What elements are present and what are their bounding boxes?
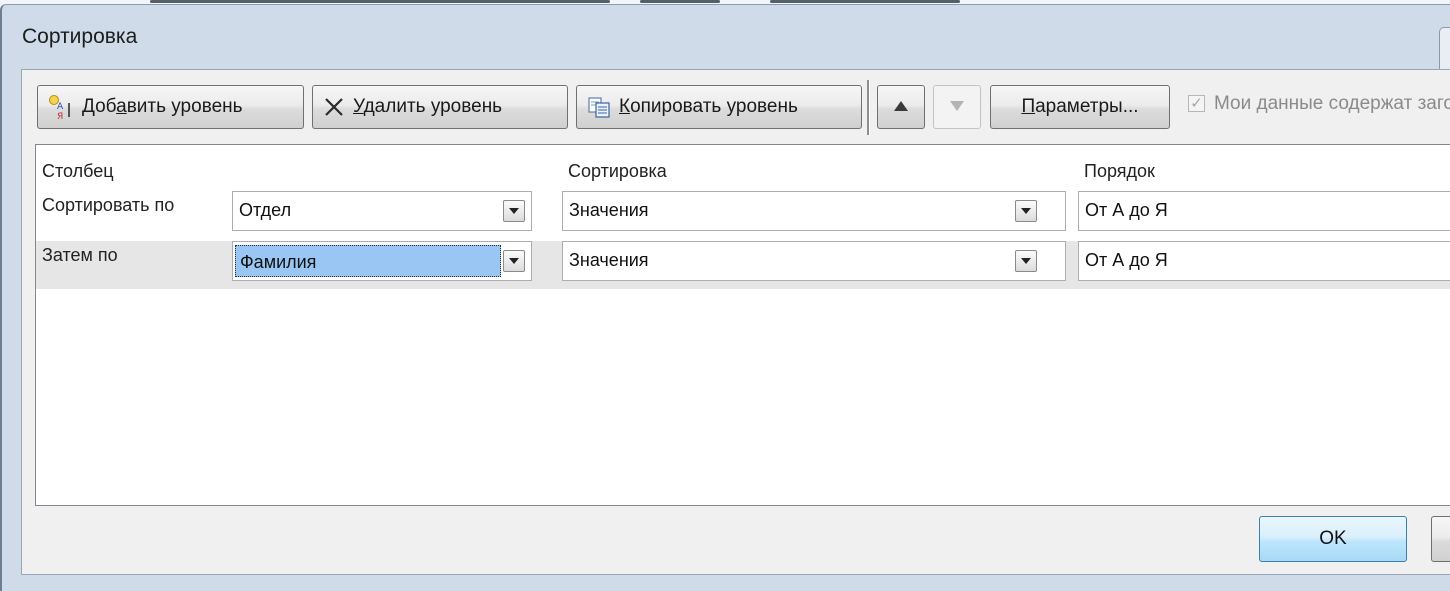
sort-level-row[interactable]: Сортировать по Отдел Значения От А до Я [36,191,1450,239]
copy-level-label: Копировать уровень [619,96,798,117]
row-label: Сортировать по [42,195,175,215]
row-label: Затем по [42,245,118,265]
toolbar-separator [867,80,870,135]
order-header: Порядок [1084,161,1155,181]
sort-add-icon: A Я [48,94,74,120]
background-text [150,0,610,3]
column-value: Отдел [239,200,292,220]
order-select[interactable]: От А до Я [1078,241,1450,281]
sort-on-select[interactable]: Значения [562,191,1066,231]
my-data-headers-checkbox[interactable]: ✓ [1188,95,1205,112]
sort-on-select[interactable]: Значения [562,241,1066,281]
sort-on-value: Значения [569,200,649,220]
background-text [640,0,720,3]
column-header: Столбец [42,161,114,181]
options-button[interactable]: Параметры... [990,85,1170,129]
sort-on-header: Сортировка [568,161,667,181]
svg-text:A: A [57,102,64,112]
my-data-headers-label: Мои данные содержат заголовки [1214,93,1450,114]
triangle-up-icon [893,96,909,118]
order-select[interactable]: От А до Я [1078,191,1450,231]
chevron-down-icon[interactable] [503,250,525,272]
background-text [770,0,960,3]
ok-button[interactable]: OK [1259,516,1407,562]
order-value: От А до Я [1085,200,1168,220]
sort-level-row-selected[interactable]: Затем по Фамилия Значения От А до Я [36,241,1450,289]
chevron-down-icon[interactable] [1015,200,1037,222]
window-title: Сортировка [22,25,138,48]
column-value: Фамилия [235,245,501,277]
sort-on-value: Значения [569,250,649,270]
chevron-down-icon[interactable] [1015,250,1037,272]
close-x-icon [323,96,345,118]
copy-icon [587,95,611,119]
svg-text:Я: Я [57,112,63,120]
order-value: От А до Я [1085,250,1168,270]
add-level-button[interactable]: A Я Добавить уровень [37,85,304,129]
column-select[interactable]: Отдел [232,191,532,231]
column-select[interactable]: Фамилия [232,241,532,281]
options-label: Параметры... [1021,96,1139,117]
chevron-down-icon[interactable] [503,200,525,222]
move-down-button[interactable] [933,85,981,129]
copy-level-button[interactable]: Копировать уровень [576,85,862,129]
triangle-down-icon [949,96,965,118]
sort-levels-grid: Столбец Сортировка Порядок Сортировать п… [35,144,1450,506]
delete-level-label: Удалить уровень [353,96,503,117]
cancel-button[interactable] [1431,516,1450,562]
add-level-label: Добавить уровень [82,96,243,117]
delete-level-button[interactable]: Удалить уровень [312,85,568,129]
move-up-button[interactable] [877,85,925,129]
close-button[interactable] [1439,27,1450,75]
